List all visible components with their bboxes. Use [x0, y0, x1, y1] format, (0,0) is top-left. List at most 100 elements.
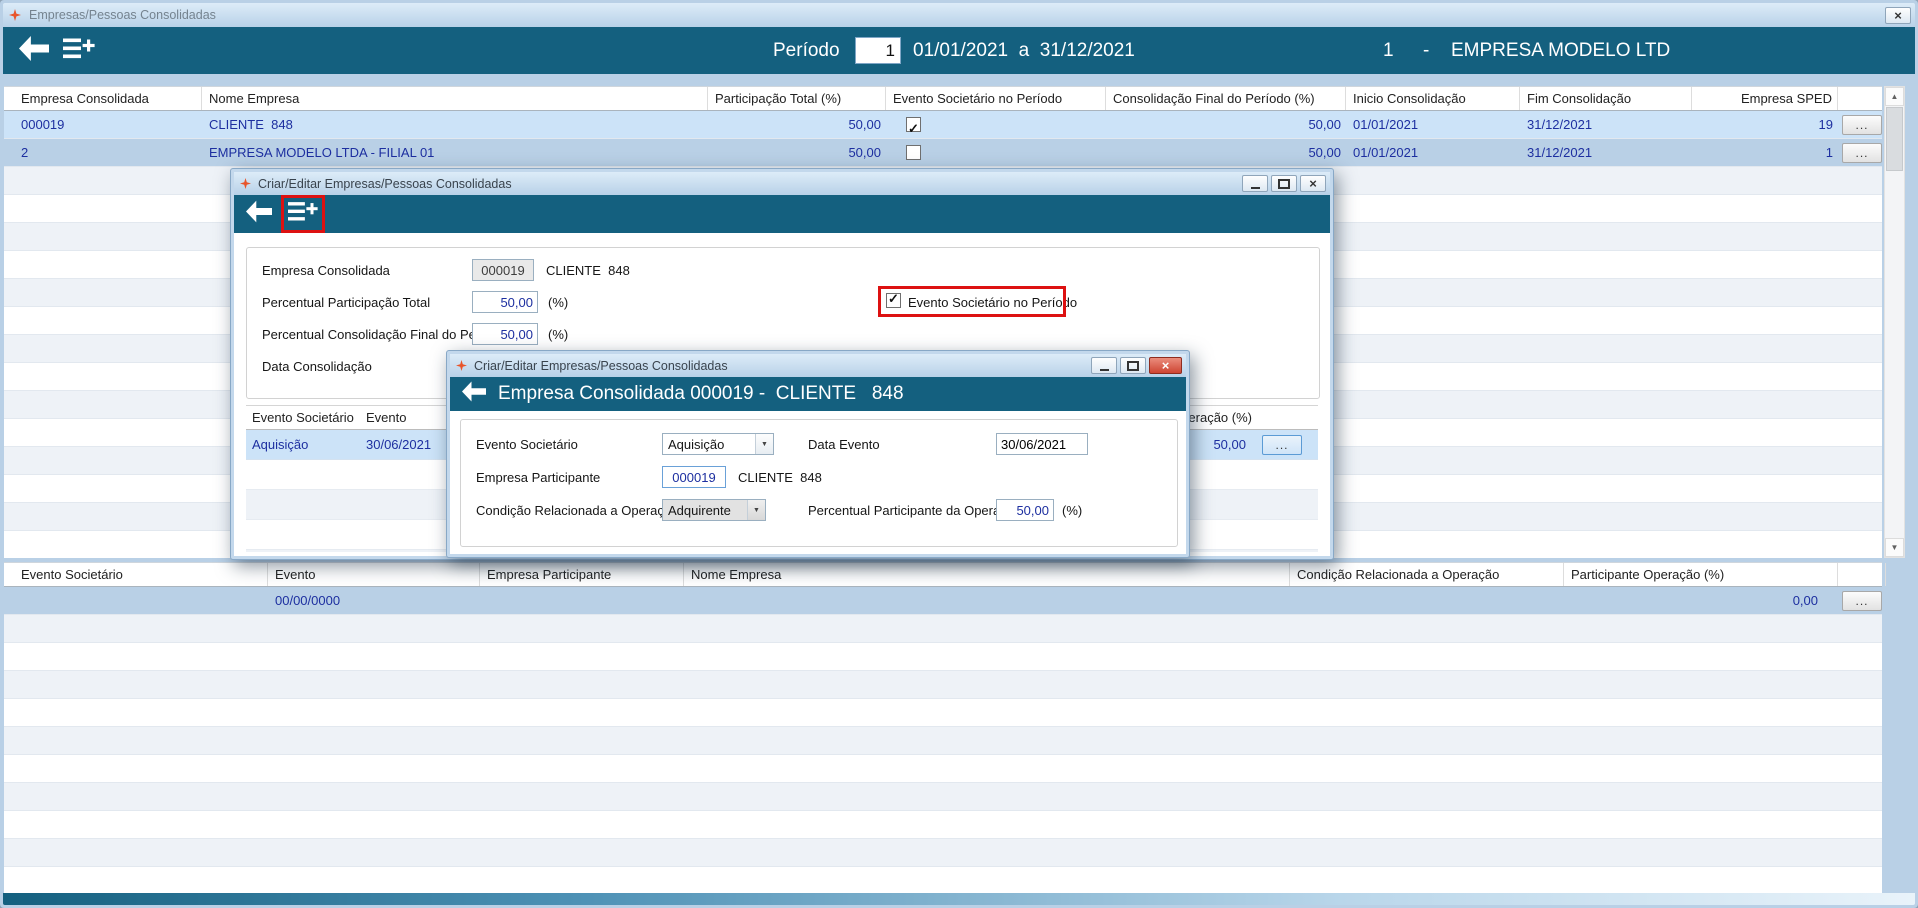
- app-icon: [456, 360, 467, 371]
- col-participante-operacao[interactable]: Participante Operação (%): [1566, 563, 1838, 586]
- col-evento-societario[interactable]: Evento Societário: [16, 563, 268, 586]
- cell-consolidacao-final: 50,00: [1308, 145, 1341, 160]
- maximize-icon: [1127, 360, 1139, 371]
- col-empresa-consolidada[interactable]: Empresa Consolidada: [16, 87, 202, 110]
- app-icon: [240, 178, 251, 189]
- col-evento[interactable]: Evento: [270, 563, 480, 586]
- data-consolidacao-label: Data Consolidação: [262, 359, 372, 374]
- minimize-icon: [1099, 368, 1109, 371]
- bottom-table-row[interactable]: 00/00/0000 0,00 ...: [4, 587, 1882, 615]
- cell-evento: 30/06/2021: [366, 437, 432, 452]
- minimize-button[interactable]: [1091, 357, 1117, 374]
- main-window: Empresas/Pessoas Consolidadas × Período …: [0, 0, 1918, 908]
- condicao-operacao-select[interactable]: Adquirente ▼: [662, 499, 766, 521]
- empresa-participante-input[interactable]: [662, 466, 726, 488]
- vertical-scrollbar[interactable]: ▲ ▼: [1884, 86, 1905, 558]
- percentual-consolidacao-input[interactable]: [472, 323, 538, 345]
- highlight-box-checkbox: [878, 286, 1066, 317]
- cell-fim-consolidacao: 31/12/2021: [1527, 145, 1593, 160]
- col-nome-empresa[interactable]: Nome Empresa: [204, 87, 708, 110]
- company-code: 1: [1383, 39, 1394, 61]
- col-evento-societario[interactable]: Evento Societário: [252, 406, 354, 429]
- cell-participante-operacao: 50,00: [1213, 437, 1246, 452]
- back-arrow-icon: [246, 200, 272, 227]
- col-consolidacao-final[interactable]: Consolidação Final do Período (%): [1108, 87, 1346, 110]
- maximize-button[interactable]: [1120, 357, 1146, 374]
- empresa-consolidada-label: Empresa Consolidada: [262, 263, 390, 278]
- empresa-participante-name: CLIENTE 848: [738, 470, 822, 485]
- data-evento-input[interactable]: [996, 433, 1088, 455]
- list-plus-icon: [63, 38, 95, 64]
- cell-evento-societario: [888, 139, 1106, 166]
- maximize-icon: [1278, 178, 1290, 189]
- evento-societario-checkbox[interactable]: [906, 115, 921, 138]
- empresa-participante-label: Empresa Participante: [476, 470, 601, 485]
- company-name: EMPRESA MODELO LTD: [1451, 39, 1671, 61]
- main-toolbar: Período 01/01/2021 a 31/12/2021 1 - EMPR…: [3, 27, 1915, 74]
- scroll-down-icon[interactable]: ▼: [1885, 538, 1904, 557]
- highlight-box-add-button: [281, 195, 325, 233]
- col-actions: [1840, 87, 1886, 110]
- scroll-thumb[interactable]: [1886, 107, 1903, 171]
- select-value: Aquisição: [668, 436, 725, 452]
- table-row[interactable]: 000019 CLIENTE 848 50,00 50,00 01/01/202…: [4, 111, 1882, 139]
- col-fim-consolidacao[interactable]: Fim Consolidação: [1522, 87, 1692, 110]
- col-participacao-total[interactable]: Participação Total (%): [710, 87, 886, 110]
- dialog-title: Criar/Editar Empresas/Pessoas Consolidad…: [258, 176, 512, 191]
- percent-unit: (%): [548, 295, 569, 310]
- col-evento-societario[interactable]: Evento Societário no Período: [888, 87, 1106, 110]
- add-list-button[interactable]: [63, 36, 95, 65]
- col-nome-empresa[interactable]: Nome Empresa: [686, 563, 1290, 586]
- more-button[interactable]: ...: [1262, 435, 1302, 455]
- data-evento-label: Data Evento: [808, 437, 880, 452]
- grid-header: Empresa Consolidada Nome Empresa Partici…: [4, 86, 1886, 111]
- close-button[interactable]: ×: [1885, 6, 1911, 24]
- event-dialog-body: Evento Societário Aquisição ▼ Data Event…: [450, 411, 1186, 554]
- close-icon: ×: [1894, 7, 1902, 23]
- cell-inicio-consolidacao: 01/01/2021: [1353, 117, 1419, 132]
- cell-actions: ...: [1840, 139, 1886, 166]
- bottom-grid-header: Evento Societário Evento Empresa Partici…: [4, 562, 1886, 587]
- more-button[interactable]: ...: [1842, 591, 1882, 611]
- evento-societario-checkbox[interactable]: [906, 145, 921, 160]
- back-button[interactable]: [246, 200, 272, 228]
- empresa-consolidada-input[interactable]: [472, 259, 534, 281]
- cell-evento-societario: Aquisição: [252, 437, 309, 452]
- more-button[interactable]: ...: [1842, 115, 1882, 135]
- periodo-input[interactable]: [855, 37, 901, 64]
- close-button[interactable]: ×: [1149, 357, 1182, 374]
- cell-consolidacao-final: 50,00: [1308, 117, 1341, 132]
- col-empresa-sped[interactable]: Empresa SPED: [1694, 87, 1838, 110]
- col-empresa-participante[interactable]: Empresa Participante: [482, 563, 684, 586]
- col-condicao-operacao[interactable]: Condição Relacionada a Operação: [1292, 563, 1564, 586]
- back-button[interactable]: [462, 381, 486, 407]
- evento-societario-label: Evento Societário: [476, 437, 578, 452]
- percent-unit: (%): [548, 327, 569, 342]
- back-arrow-icon: [462, 381, 486, 406]
- scroll-up-icon[interactable]: ▲: [1885, 87, 1904, 106]
- col-inicio-consolidacao[interactable]: Inicio Consolidação: [1348, 87, 1520, 110]
- table-row[interactable]: 2 EMPRESA MODELO LTDA - FILIAL 01 50,00 …: [4, 139, 1882, 167]
- back-button[interactable]: [19, 35, 49, 66]
- condicao-operacao-label: Condição Relacionada a Operação: [476, 503, 679, 518]
- more-button[interactable]: ...: [1842, 143, 1882, 163]
- cell-participacao-total: 50,00: [848, 145, 881, 160]
- col-evento[interactable]: Evento: [366, 406, 406, 429]
- maximize-button[interactable]: [1271, 175, 1297, 192]
- empty-rows: [4, 615, 1882, 893]
- event-dialog-titlebar: Criar/Editar Empresas/Pessoas Consolidad…: [450, 354, 1186, 377]
- edit-dialog-titlebar: Criar/Editar Empresas/Pessoas Consolidad…: [234, 172, 1330, 195]
- minimize-button[interactable]: [1242, 175, 1268, 192]
- cell-evento: 00/00/0000: [275, 593, 341, 608]
- percentual-operacao-input[interactable]: [996, 499, 1054, 521]
- window-title: Empresas/Pessoas Consolidadas: [29, 8, 216, 22]
- cell-nome-empresa: EMPRESA MODELO LTDA - FILIAL 01: [209, 145, 435, 160]
- close-button[interactable]: ×: [1300, 175, 1326, 192]
- percentual-participacao-input[interactable]: [472, 291, 538, 313]
- evento-societario-select[interactable]: Aquisição ▼: [662, 433, 774, 455]
- col-actions: [1840, 563, 1886, 586]
- company-dash: -: [1423, 39, 1430, 61]
- cell-empresa-sped: 19: [1818, 117, 1833, 132]
- empresa-consolidada-name: CLIENTE 848: [546, 263, 630, 278]
- periodo-range: 01/01/2021 a 31/12/2021: [913, 39, 1135, 61]
